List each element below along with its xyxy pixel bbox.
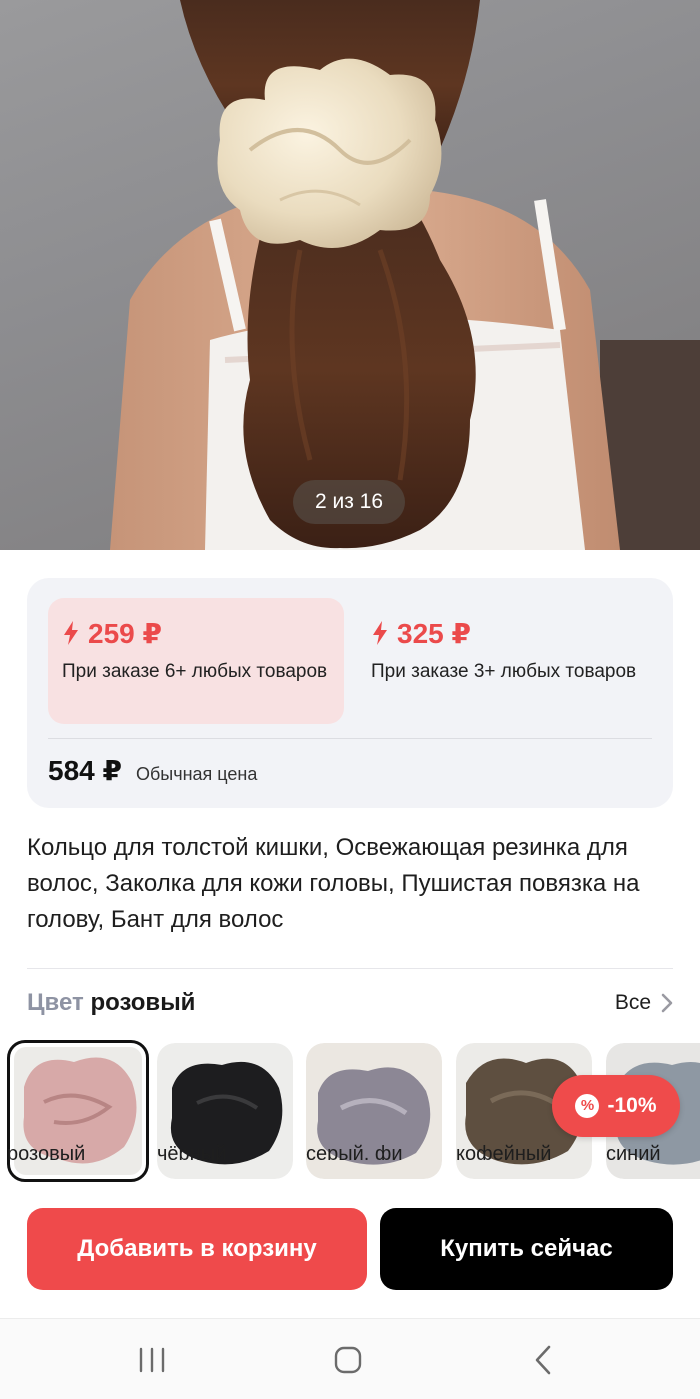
divider <box>48 738 652 739</box>
price-tier-best: 259 ₽ При заказе 6+ любых товаров <box>48 598 344 724</box>
swatch-label: розовый <box>7 1143 86 1160</box>
tier-price: 259 ₽ <box>62 617 330 649</box>
action-bar: Добавить в корзину Купить сейчас <box>0 1196 700 1318</box>
product-gallery[interactable]: 2 из 16 <box>0 0 700 550</box>
regular-price: 584 ₽ <box>48 755 122 786</box>
all-colors-label: Все <box>614 991 651 1014</box>
selected-color: розовый <box>90 989 196 1016</box>
swatch-label: синий <box>606 1143 661 1160</box>
color-label: Цвет розовый <box>27 989 195 1017</box>
swatch-label: чёрный <box>157 1143 227 1160</box>
tier-condition: При заказе 3+ любых товаров <box>371 661 637 682</box>
color-selector-header: Цвет розовый Все <box>27 984 673 1022</box>
bolt-icon <box>64 621 78 645</box>
gallery-counter: 2 из 16 <box>293 480 405 524</box>
percent-icon: % <box>575 1094 600 1118</box>
tier-price-value: 325 ₽ <box>397 617 471 649</box>
chevron-right-icon <box>661 993 673 1013</box>
color-caption: Цвет <box>27 989 84 1016</box>
divider <box>27 968 673 969</box>
add-to-cart-button[interactable]: Добавить в корзину <box>27 1208 367 1290</box>
product-page: 2 из 16 259 ₽ При заказе 6+ любых товаро… <box>0 0 700 1399</box>
buy-now-button[interactable]: Купить сейчас <box>380 1208 673 1290</box>
all-colors-link[interactable]: Все <box>615 991 673 1015</box>
regular-price-row: 584 ₽ Обычная цена <box>48 754 257 790</box>
tier-condition: При заказе 6+ любых товаров <box>62 661 328 682</box>
bolt-icon <box>373 621 387 645</box>
product-photo <box>110 0 700 550</box>
home-icon[interactable] <box>328 1343 368 1377</box>
price-card: 259 ₽ При заказе 6+ любых товаров 325 ₽ … <box>27 578 673 808</box>
discount-value: -10% <box>607 1094 657 1117</box>
back-icon[interactable] <box>524 1343 564 1377</box>
tier-price-value: 259 ₽ <box>88 617 162 649</box>
discount-badge[interactable]: % -10% <box>552 1075 680 1137</box>
tier-price: 325 ₽ <box>371 617 639 649</box>
swatch-label: серый, фи <box>306 1143 403 1160</box>
recent-apps-icon[interactable] <box>132 1343 172 1377</box>
regular-price-label: Обычная цена <box>135 764 258 784</box>
system-nav-bar <box>0 1318 700 1399</box>
swatch-label: кофейный <box>456 1143 552 1160</box>
price-tier-second: 325 ₽ При заказе 3+ любых товаров <box>357 598 653 724</box>
product-title: Кольцо для толстой кишки, Освежающая рез… <box>27 834 640 933</box>
swatch-pink[interactable] <box>7 1040 149 1182</box>
